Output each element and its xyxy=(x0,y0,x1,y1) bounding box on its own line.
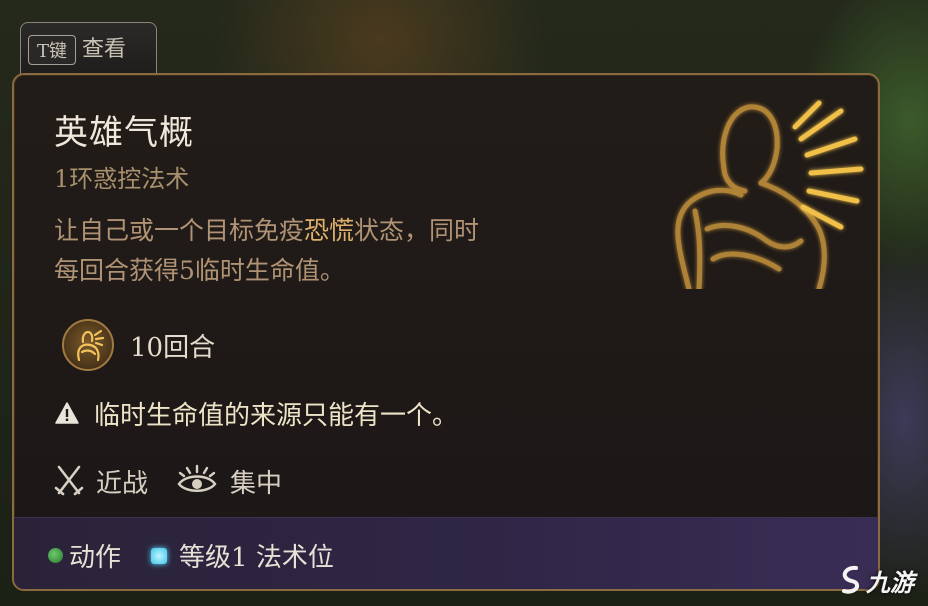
spell-school-level: 1环惑控法术 xyxy=(54,165,190,193)
cost-spell-slot-label: 等级1 法术位 xyxy=(179,543,334,573)
concentration-eye-icon xyxy=(177,464,217,492)
warning-text: 临时生命值的来源只能有一个。 xyxy=(94,400,459,431)
cost-spell-slot: 等级1 法术位 xyxy=(151,537,334,574)
tag-melee[interactable]: 近战 xyxy=(54,463,148,500)
spell-title: 英雄气概 xyxy=(54,113,194,153)
watermark-text: 九游 xyxy=(866,568,914,597)
spell-description: 让自己或一个目标免疫恐慌状态，同时 每回合获得5临时生命值。 xyxy=(54,211,614,291)
spell-slot-square-icon xyxy=(151,547,168,564)
heroism-emblem-icon xyxy=(675,100,864,289)
warning-triangle-icon xyxy=(55,402,79,424)
duration-text: 10回合 xyxy=(130,332,216,363)
frightened-keyword-link[interactable]: 恐慌 xyxy=(304,216,354,245)
spell-tags: 近战 集中 xyxy=(54,459,310,503)
description-line: 每回合获得5临时生命值。 xyxy=(54,256,345,285)
tag-concentration-label: 集中 xyxy=(230,468,283,499)
action-dot-icon xyxy=(48,548,63,563)
tag-melee-label: 近战 xyxy=(96,468,149,499)
crossed-swords-icon xyxy=(54,465,84,496)
cost-action-label: 动作 xyxy=(69,543,122,573)
keybind-badge: T键 xyxy=(28,35,76,65)
warning-row: 临时生命值的来源只能有一个。 xyxy=(54,393,458,433)
duration-row: 10回合 xyxy=(62,319,215,371)
spell-cost-footer: 动作 等级1 法术位 xyxy=(14,517,878,589)
site-watermark: 九游 xyxy=(838,560,926,600)
inspect-hint-label: 查看 xyxy=(82,37,127,62)
cost-action: 动作 xyxy=(48,537,121,574)
duration-heroism-icon xyxy=(62,319,114,371)
spell-tooltip-panel: 英雄气概 1环惑控法术 让自己或一个目标免疫恐慌状态，同时 每回合获得5临时生命… xyxy=(12,73,880,591)
description-line: 让自己或一个目标免疫恐慌状态，同时 xyxy=(54,216,480,245)
watermark-logo-icon xyxy=(842,565,860,594)
tag-concentration[interactable]: 集中 xyxy=(176,463,282,500)
inspect-hint-tab[interactable]: T键 查看 xyxy=(20,22,157,80)
